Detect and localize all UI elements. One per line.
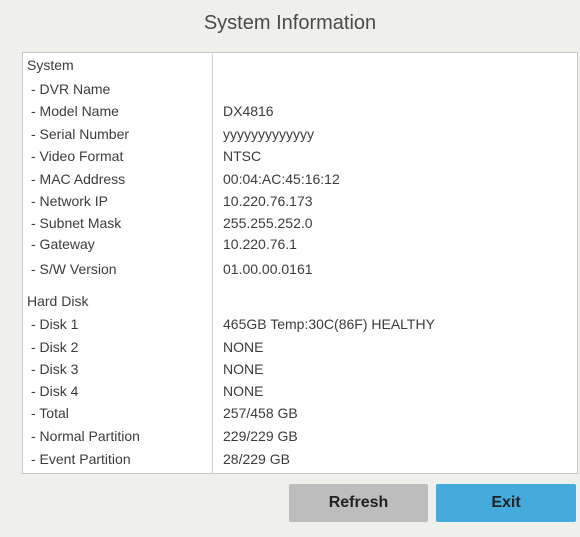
info-value: NONE (223, 383, 264, 399)
info-label: - Disk 1 (31, 316, 79, 332)
info-label: - Total (31, 405, 69, 421)
info-label: - S/W Version (31, 261, 117, 277)
info-value: 10.220.76.173 (223, 193, 313, 209)
info-label: - Normal Partition (31, 428, 140, 444)
system-information-dialog: System Information System - DVR Name - M… (0, 0, 580, 537)
system-section-heading: System (27, 57, 74, 73)
info-label: - Disk 4 (31, 383, 79, 399)
info-value: 257/458 GB (223, 405, 298, 421)
info-label: - Disk 2 (31, 339, 79, 355)
info-label: - DVR Name (31, 81, 111, 97)
info-value: 229/229 GB (223, 428, 298, 444)
info-value: DX4816 (223, 103, 274, 119)
info-label: - Network IP (31, 193, 109, 209)
info-value: NTSC (223, 148, 262, 164)
hard-disk-section-heading: Hard Disk (27, 293, 89, 309)
info-value: 01.00.00.0161 (223, 261, 313, 277)
info-label: - MAC Address (31, 171, 126, 187)
info-label: - Serial Number (31, 126, 130, 142)
info-label: - Gateway (31, 236, 95, 252)
info-label: - Video Format (31, 148, 124, 164)
info-value: NONE (223, 339, 264, 355)
info-value: 465GB Temp:30C(86F) HEALTHY (223, 316, 435, 332)
refresh-button[interactable]: Refresh (289, 484, 428, 522)
info-value: yyyyyyyyyyyyy (223, 126, 314, 142)
column-divider (212, 54, 213, 474)
info-label: - Subnet Mask (31, 215, 122, 231)
info-value: 255.255.252.0 (223, 215, 313, 231)
info-label: - Model Name (31, 103, 119, 119)
info-label: - Event Partition (31, 451, 131, 467)
info-value: 28/229 GB (223, 451, 290, 467)
info-label: - Disk 3 (31, 361, 79, 377)
info-value: 00:04:AC:45:16:12 (223, 171, 340, 187)
info-value: NONE (223, 361, 264, 377)
exit-button[interactable]: Exit (436, 484, 576, 522)
info-value: 10.220.76.1 (223, 236, 297, 252)
dialog-title: System Information (203, 12, 377, 34)
